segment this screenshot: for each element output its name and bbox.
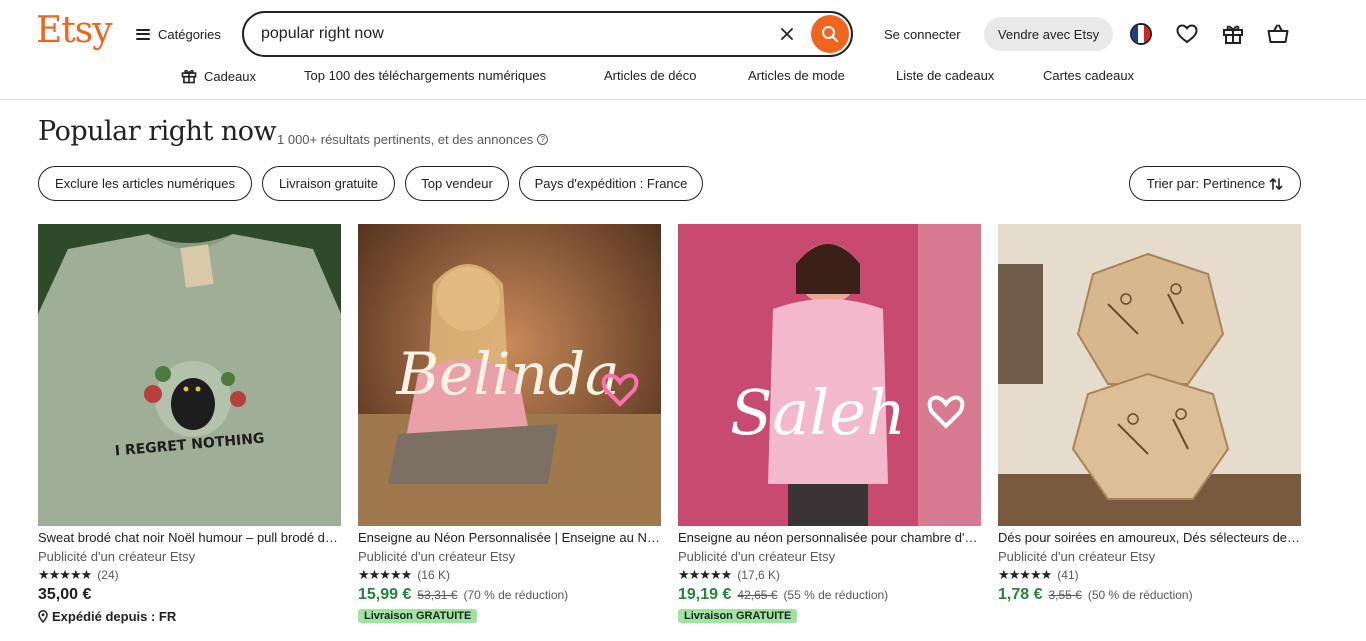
sort-arrows-icon: [1269, 177, 1283, 190]
product-image[interactable]: [998, 224, 1301, 526]
neon-sign-text: Saleh: [730, 376, 906, 449]
info-icon[interactable]: ?: [537, 134, 549, 145]
review-count: (16 K): [417, 568, 450, 582]
discount-text: (50 % de réduction): [1087, 588, 1193, 602]
language-button[interactable]: [1128, 21, 1154, 47]
neon-sign-text: Belinda: [395, 340, 619, 408]
sweatshirt-image: I REGRET NOTHING: [38, 224, 341, 526]
search-input[interactable]: [261, 25, 741, 43]
product-image[interactable]: Saleh: [678, 224, 981, 526]
favorites-button[interactable]: [1174, 21, 1200, 47]
gift-icon: [181, 69, 197, 84]
product-title[interactable]: Dés pour soirées en amoureux, Dés sélect…: [998, 530, 1301, 545]
wooden-dice-image: [998, 224, 1301, 526]
product-title[interactable]: Enseigne au néon personnalisée pour cham…: [678, 530, 981, 545]
clear-search-button[interactable]: [776, 23, 798, 45]
product-seller: Publicité d'un créateur Etsy: [678, 549, 836, 564]
results-text: 1 000+ résultats pertinents, et des anno…: [277, 132, 534, 147]
review-count: (17,6 K): [737, 568, 780, 582]
product-rating: ★★★★★ (41): [998, 567, 1301, 582]
filter-star-seller[interactable]: Top vendeur: [405, 166, 509, 201]
review-count: (24): [97, 568, 119, 582]
product-seller: Publicité d'un créateur Etsy: [358, 549, 516, 564]
product-card[interactable]: Dés pour soirées en amoureux, Dés sélect…: [998, 224, 1301, 606]
search-button[interactable]: [811, 15, 849, 53]
product-card[interactable]: Belinda Enseigne au Néon Personnalisée |…: [358, 224, 661, 624]
product-price: 1,78 €: [998, 586, 1043, 603]
sort-button[interactable]: Trier par: Pertinence: [1129, 166, 1301, 201]
product-image[interactable]: I REGRET NOTHING: [38, 224, 341, 526]
signin-link[interactable]: Se connecter: [884, 27, 961, 42]
star-rating-icon: ★★★★★: [358, 567, 412, 582]
sort-value: Pertinence: [1203, 176, 1266, 191]
cart-button[interactable]: [1265, 21, 1291, 47]
page-title: Popular right now: [38, 116, 277, 147]
free-shipping-badge: Livraison GRATUITE: [678, 609, 798, 623]
categories-label: Catégories: [158, 26, 221, 42]
product-price: 19,19 €: [678, 586, 732, 603]
search-icon: [822, 26, 839, 43]
nav-item-gifts[interactable]: Cadeaux: [181, 68, 256, 84]
nav-item-label: Cadeaux: [204, 68, 257, 84]
site-header: Etsy Catégories Se connecter Vendre avec…: [0, 0, 1366, 100]
original-price: 53,31 €: [417, 588, 458, 602]
original-price: 3,55 €: [1048, 588, 1082, 602]
close-icon: [781, 28, 793, 40]
star-rating-icon: ★★★★★: [998, 567, 1052, 582]
heart-icon: [1176, 24, 1198, 44]
sell-on-etsy-button[interactable]: Vendre avec Etsy: [984, 17, 1113, 51]
product-rating: ★★★★★ (24): [38, 567, 341, 582]
neon-sign-image: Saleh: [678, 224, 981, 526]
ships-from: Expédié depuis : FR: [38, 609, 341, 624]
star-rating-icon: ★★★★★: [38, 567, 92, 582]
ships-from-text: Expédié depuis : FR: [52, 609, 177, 624]
product-title[interactable]: Sweat brodé chat noir Noël humour – pull…: [38, 530, 341, 545]
original-price: 42,65 €: [737, 588, 778, 602]
product-card[interactable]: Saleh Enseigne au néon personnalisée pou…: [678, 224, 981, 624]
nav-item-gift-cards[interactable]: Cartes cadeaux: [1043, 68, 1134, 83]
results-count: 1 000+ résultats pertinents, et des anno…: [277, 132, 549, 147]
gifts-button[interactable]: [1220, 21, 1246, 47]
gift-icon: [1223, 25, 1243, 44]
neon-sign-image: Belinda: [358, 224, 661, 526]
product-card[interactable]: I REGRET NOTHING Sweat brodé chat noir N…: [38, 224, 341, 624]
discount-text: (55 % de réduction): [783, 588, 889, 602]
review-count: (41): [1057, 568, 1079, 582]
search-bar: [242, 11, 853, 57]
nav-item-top-100-downloads[interactable]: Top 100 des téléchargements numériques: [304, 68, 546, 83]
product-rating: ★★★★★ (17,6 K): [678, 567, 981, 582]
price-row: 15,99 € 53,31 € (70 % de réduction): [358, 586, 661, 606]
free-shipping-badge: Livraison GRATUITE: [358, 609, 478, 623]
filter-exclude-digital[interactable]: Exclure les articles numériques: [38, 166, 252, 201]
menu-icon: [136, 28, 150, 40]
product-image[interactable]: Belinda: [358, 224, 661, 526]
location-pin-icon: [38, 610, 48, 623]
product-seller: Publicité d'un créateur Etsy: [38, 549, 196, 564]
etsy-logo[interactable]: Etsy: [36, 10, 113, 51]
nav-item-home-decor[interactable]: Articles de déco: [604, 68, 697, 83]
product-seller: Publicité d'un créateur Etsy: [998, 549, 1156, 564]
discount-text: (70 % de réduction): [463, 588, 569, 602]
price-row: 1,78 € 3,55 € (50 % de réduction): [998, 586, 1301, 606]
product-rating: ★★★★★ (16 K): [358, 567, 661, 582]
price-row: 19,19 € 42,65 € (55 % de réduction): [678, 586, 981, 606]
france-flag-icon: [1130, 23, 1152, 45]
nav-item-gift-list[interactable]: Liste de cadeaux: [896, 68, 994, 83]
filter-ship-country[interactable]: Pays d'expédition : France: [519, 166, 703, 201]
basket-icon: [1267, 24, 1289, 43]
sort-label: Trier par:: [1146, 176, 1200, 191]
filter-free-shipping[interactable]: Livraison gratuite: [262, 166, 395, 201]
price-row: 35,00 €: [38, 586, 341, 606]
star-rating-icon: ★★★★★: [678, 567, 732, 582]
categories-button[interactable]: Catégories: [136, 24, 221, 44]
product-price: 15,99 €: [358, 586, 412, 603]
product-price: 35,00 €: [38, 586, 92, 603]
nav-item-fashion[interactable]: Articles de mode: [748, 68, 845, 83]
product-title[interactable]: Enseigne au Néon Personnalisée | Enseign…: [358, 530, 661, 545]
category-nav: Cadeaux Top 100 des téléchargements numé…: [0, 68, 1366, 88]
